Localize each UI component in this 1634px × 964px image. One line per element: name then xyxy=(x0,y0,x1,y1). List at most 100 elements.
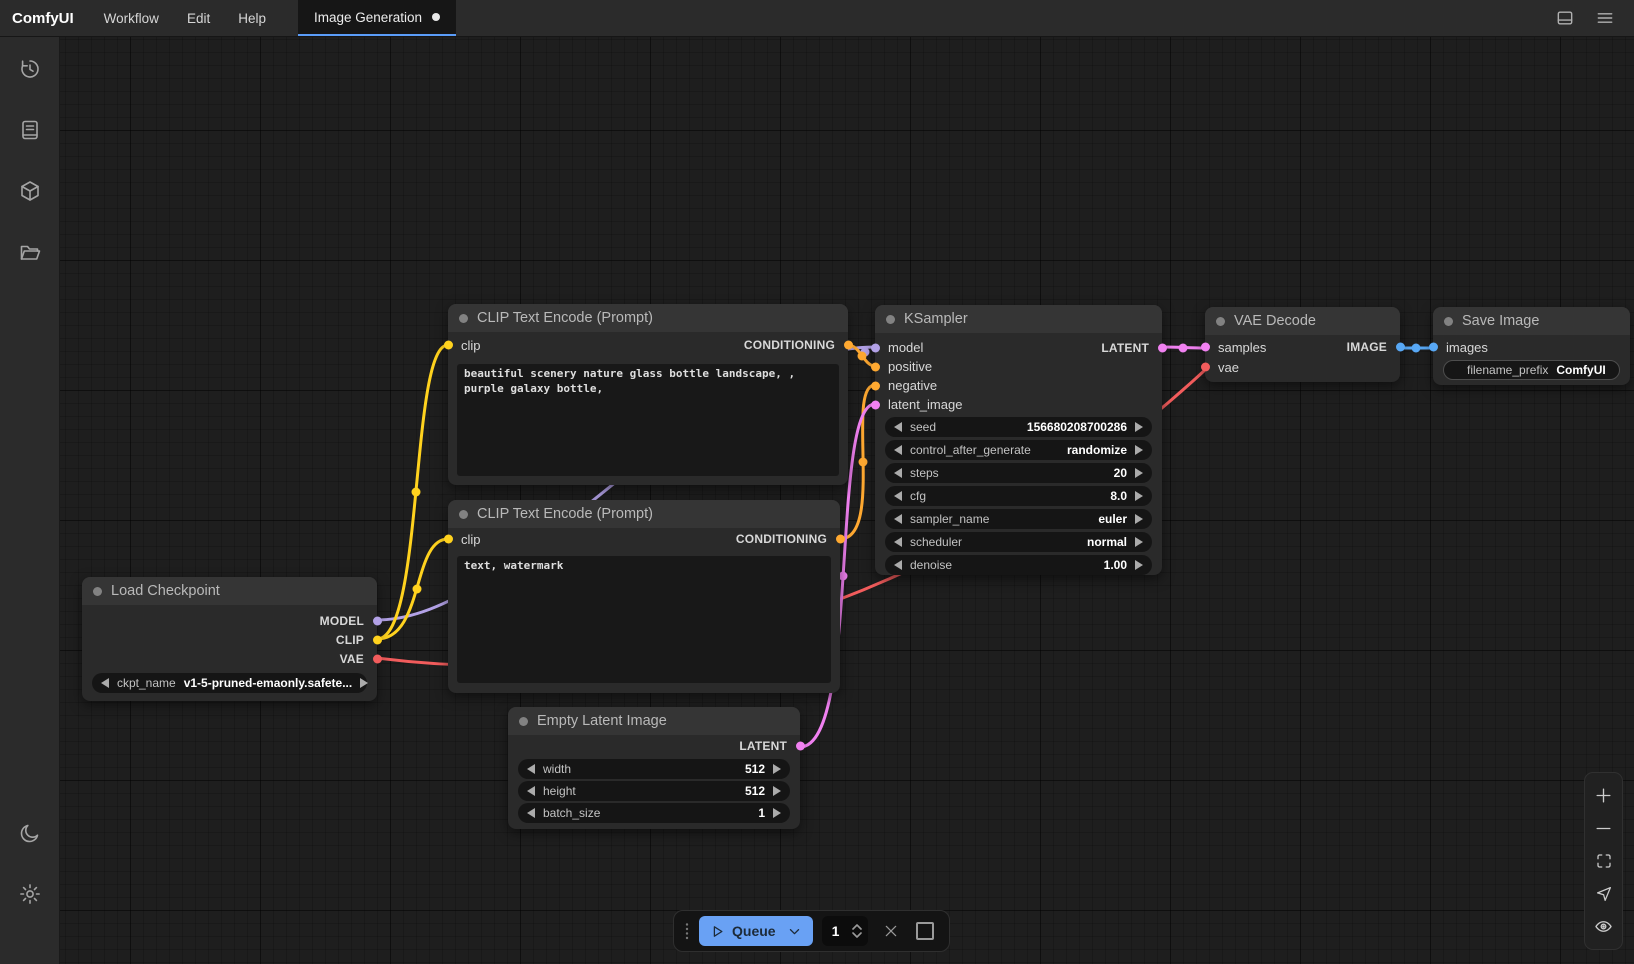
menu-workflow[interactable]: Workflow xyxy=(90,0,173,36)
output-slot-model[interactable] xyxy=(373,616,382,625)
increment-arrow-icon[interactable] xyxy=(773,764,781,774)
menu-edit[interactable]: Edit xyxy=(173,0,224,36)
collapse-dot-icon[interactable] xyxy=(519,717,528,726)
input-slot-model[interactable] xyxy=(871,343,880,352)
link-dot[interactable] xyxy=(413,585,422,594)
zoom-in-button[interactable] xyxy=(1589,781,1619,809)
decrement-arrow-icon[interactable] xyxy=(101,678,109,688)
decrement-arrow-icon[interactable] xyxy=(894,468,902,478)
node-ksampler[interactable]: KSampler model LATENT positive negative … xyxy=(875,305,1162,575)
sampler-name-widget[interactable]: sampler_name euler xyxy=(885,509,1152,529)
input-slot-vae[interactable] xyxy=(1201,363,1210,372)
input-slot-clip[interactable] xyxy=(444,535,453,544)
bottom-panel-toggle-button[interactable] xyxy=(1548,3,1582,33)
stepper-down-icon[interactable] xyxy=(852,932,862,938)
seed-widget[interactable]: seed 156680208700286 xyxy=(885,417,1152,437)
sidebar-queue-history-button[interactable] xyxy=(10,49,50,89)
clear-queue-button[interactable] xyxy=(883,923,899,939)
graph-canvas[interactable]: Load Checkpoint MODEL CLIP VAE ckpt_name… xyxy=(0,0,1634,964)
control-after-generate-widget[interactable]: control_after_generate randomize xyxy=(885,440,1152,460)
sidebar-node-library-button[interactable] xyxy=(10,110,50,150)
sidebar-model-library-button[interactable] xyxy=(10,171,50,211)
increment-arrow-icon[interactable] xyxy=(360,678,368,688)
decrement-arrow-icon[interactable] xyxy=(894,560,902,570)
output-slot-latent[interactable] xyxy=(796,742,805,751)
input-slot-latent-image[interactable] xyxy=(871,400,880,409)
filename-prefix-widget[interactable]: filename_prefix ComfyUI xyxy=(1443,360,1620,380)
output-slot-vae[interactable] xyxy=(373,654,382,663)
prompt-textarea[interactable]: beautiful scenery nature glass bottle la… xyxy=(457,364,839,476)
decrement-arrow-icon[interactable] xyxy=(894,514,902,524)
collapse-dot-icon[interactable] xyxy=(886,315,895,324)
input-slot-samples[interactable] xyxy=(1201,343,1210,352)
prompt-textarea[interactable]: text, watermark xyxy=(457,556,831,683)
increment-arrow-icon[interactable] xyxy=(773,786,781,796)
node-title-bar[interactable]: Empty Latent Image xyxy=(508,707,800,735)
link-dot[interactable] xyxy=(1412,344,1421,353)
zoom-out-button[interactable] xyxy=(1589,814,1619,842)
select-mode-button[interactable] xyxy=(1589,880,1619,908)
node-title-bar[interactable]: Load Checkpoint xyxy=(82,577,377,605)
input-slot-images[interactable] xyxy=(1429,343,1438,352)
link-dot[interactable] xyxy=(1179,344,1188,353)
decrement-arrow-icon[interactable] xyxy=(894,445,902,455)
collapse-dot-icon[interactable] xyxy=(1444,317,1453,326)
stop-button[interactable] xyxy=(916,922,934,940)
input-slot-positive[interactable] xyxy=(871,362,880,371)
steps-widget[interactable]: steps 20 xyxy=(885,463,1152,483)
node-clip-text-encode-positive[interactable]: CLIP Text Encode (Prompt) clip CONDITION… xyxy=(448,304,848,485)
increment-arrow-icon[interactable] xyxy=(1135,514,1143,524)
node-title-bar[interactable]: CLIP Text Encode (Prompt) xyxy=(448,304,848,332)
decrement-arrow-icon[interactable] xyxy=(894,491,902,501)
node-load-checkpoint[interactable]: Load Checkpoint MODEL CLIP VAE ckpt_name… xyxy=(82,577,377,701)
input-slot-clip[interactable] xyxy=(444,341,453,350)
input-slot-negative[interactable] xyxy=(871,381,880,390)
node-vae-decode[interactable]: VAE Decode samples IMAGE vae xyxy=(1205,307,1400,382)
increment-arrow-icon[interactable] xyxy=(1135,422,1143,432)
node-empty-latent-image[interactable]: Empty Latent Image LATENT width 512 heig… xyxy=(508,707,800,829)
decrement-arrow-icon[interactable] xyxy=(527,764,535,774)
queue-drag-handle[interactable] xyxy=(684,922,690,940)
node-title-bar[interactable]: Save Image xyxy=(1433,307,1630,335)
increment-arrow-icon[interactable] xyxy=(1135,560,1143,570)
increment-arrow-icon[interactable] xyxy=(1135,491,1143,501)
increment-arrow-icon[interactable] xyxy=(1135,468,1143,478)
workflow-tab[interactable]: Image Generation xyxy=(298,0,456,36)
toggle-link-visibility-button[interactable] xyxy=(1589,913,1619,941)
link-dot[interactable] xyxy=(858,352,867,361)
scheduler-widget[interactable]: scheduler normal xyxy=(885,532,1152,552)
link-dot[interactable] xyxy=(859,458,868,467)
height-widget[interactable]: height 512 xyxy=(518,781,790,801)
cfg-widget[interactable]: cfg 8.0 xyxy=(885,486,1152,506)
node-title-bar[interactable]: CLIP Text Encode (Prompt) xyxy=(448,500,840,528)
increment-arrow-icon[interactable] xyxy=(1135,445,1143,455)
width-widget[interactable]: width 512 xyxy=(518,759,790,779)
node-save-image[interactable]: Save Image images filename_prefix ComfyU… xyxy=(1433,307,1630,385)
output-slot-conditioning[interactable] xyxy=(836,535,845,544)
collapse-dot-icon[interactable] xyxy=(93,587,102,596)
denoise-widget[interactable]: denoise 1.00 xyxy=(885,555,1152,575)
queue-button[interactable]: Queue xyxy=(699,916,813,946)
increment-arrow-icon[interactable] xyxy=(773,808,781,818)
output-slot-conditioning[interactable] xyxy=(844,341,853,350)
chevron-down-icon[interactable] xyxy=(787,924,802,939)
node-title-bar[interactable]: KSampler xyxy=(875,305,1162,333)
sidebar-workflows-button[interactable] xyxy=(10,232,50,272)
decrement-arrow-icon[interactable] xyxy=(527,786,535,796)
stepper-up-icon[interactable] xyxy=(852,924,862,930)
decrement-arrow-icon[interactable] xyxy=(894,422,902,432)
batch-size-widget[interactable]: batch_size 1 xyxy=(518,803,790,823)
decrement-arrow-icon[interactable] xyxy=(894,537,902,547)
node-clip-text-encode-negative[interactable]: CLIP Text Encode (Prompt) clip CONDITION… xyxy=(448,500,840,693)
theme-toggle-button[interactable] xyxy=(10,813,50,853)
collapse-dot-icon[interactable] xyxy=(1216,317,1225,326)
output-slot-latent[interactable] xyxy=(1158,343,1167,352)
link-dot[interactable] xyxy=(412,488,421,497)
increment-arrow-icon[interactable] xyxy=(1135,537,1143,547)
batch-count-input[interactable]: 1 xyxy=(822,916,868,946)
fit-view-button[interactable] xyxy=(1589,847,1619,875)
decrement-arrow-icon[interactable] xyxy=(527,808,535,818)
node-title-bar[interactable]: VAE Decode xyxy=(1205,307,1400,335)
main-menu-button[interactable] xyxy=(1588,3,1622,33)
output-slot-clip[interactable] xyxy=(373,635,382,644)
